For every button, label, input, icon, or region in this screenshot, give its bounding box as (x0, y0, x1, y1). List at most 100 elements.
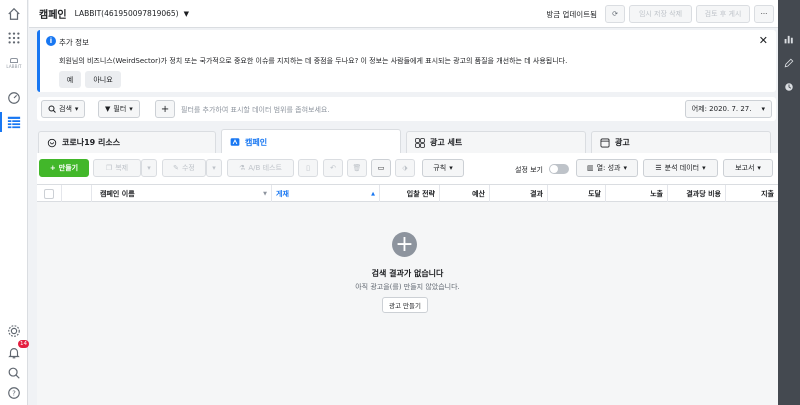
chevron-down-icon: ▾ (702, 164, 706, 172)
filter-label: 필터 (113, 105, 127, 113)
pencil-icon: ✎ (173, 164, 179, 172)
date-range-label: 어제: 2020. 7. 27. (691, 105, 752, 113)
refresh-icon: ⟳ (612, 10, 618, 18)
column-label: 결과 (530, 189, 543, 198)
view-settings-toggle[interactable] (549, 164, 569, 174)
trash-icon: 🗑 (352, 164, 362, 172)
ab-test-button[interactable]: ⚗ A/B 테스트 (227, 159, 294, 177)
search-button[interactable]: 검색 ▾ (41, 100, 86, 118)
tag-icon: ⬗ (402, 164, 408, 172)
chevron-down-icon: ▾ (74, 105, 79, 113)
account-logo[interactable]: LABBIT (3, 58, 25, 69)
ad-square-icon (600, 138, 610, 147)
apps-grid-icon[interactable] (6, 30, 22, 46)
column-header-bid-strategy[interactable]: 입찰 전략 (380, 185, 440, 202)
no-button[interactable]: 아니요 (85, 71, 121, 88)
chevron-down-icon: ▾ (623, 164, 628, 172)
info-banner: i 추가 정보 회원님의 비즈니스(WeirdSector)가 정치 또는 국가… (37, 30, 776, 92)
more-options-button[interactable]: ··· (754, 5, 774, 23)
breakdown-label: 분석 데이터 (664, 164, 700, 172)
ad-set-grid-icon (415, 137, 425, 148)
tab-label: 코로나19 리소스 (62, 138, 121, 147)
create-button[interactable]: + 만들기 (39, 159, 89, 177)
discard-drafts-button[interactable]: 임시 저장 삭제 (629, 5, 692, 23)
tag-button[interactable]: ⬗ (395, 159, 415, 177)
undo-button[interactable]: ↶ (323, 159, 343, 177)
column-header-results[interactable]: 결과 (490, 185, 548, 202)
pencil-icon[interactable] (784, 58, 794, 68)
column-label: 입찰 전략 (406, 189, 435, 198)
duplicate-dropdown-button[interactable]: ▾ (141, 159, 157, 177)
column-label: 예산 (472, 189, 485, 198)
column-label: 캠페인 이름 (100, 189, 135, 198)
top-bar: 캠페인 LABBIT(461950097819065) ▼ 방금 업데이트됨 ⟳… (29, 0, 778, 28)
column-header-amount-spent[interactable]: 지출 (726, 185, 778, 202)
add-filter-button[interactable]: + (155, 100, 175, 118)
column-label: 도달 (588, 189, 601, 198)
breakdown-icon: ☰ (655, 164, 662, 172)
search-icon[interactable] (6, 365, 22, 381)
ad-account-selector[interactable]: LABBIT(461950097819065) (75, 9, 179, 18)
close-icon[interactable]: ✕ (759, 34, 768, 47)
column-label: 게재 (276, 189, 289, 198)
dashboard-gauge-icon[interactable] (6, 90, 22, 106)
sort-ascending-icon: ▲ (371, 190, 375, 197)
view-settings-label: 설정 보기 (515, 166, 543, 174)
column-header-campaign-name[interactable]: 캠페인 이름 ▼ (92, 185, 272, 202)
tab-ads[interactable]: 광고 (591, 131, 771, 153)
chart-icon[interactable] (784, 34, 794, 44)
rules-button[interactable]: 규칙 ▾ (422, 159, 464, 177)
help-icon[interactable]: ? (6, 385, 22, 401)
settings-gear-icon[interactable] (6, 323, 22, 339)
column-label: 지출 (761, 189, 774, 198)
status-column-header (62, 185, 92, 202)
refresh-button[interactable]: ⟳ (605, 5, 625, 23)
tab-covid-resources[interactable]: 코로나19 리소스 (38, 131, 216, 153)
campaign-folder-icon (230, 138, 240, 146)
edit-dropdown-button[interactable]: ▾ (206, 159, 222, 177)
column-header-cost-per-result[interactable]: 결과당 비용 (668, 185, 726, 202)
delete-button[interactable]: 🗑 (347, 159, 367, 177)
campaigns-panel: + 만들기 ❐ 복제 ▾ ✎ 수정 ▾ ⚗ A/B 테스트 ▯ ↶ 🗑 ▭ ⬗ … (37, 153, 778, 405)
tab-label: 광고 (615, 138, 630, 147)
duplicate-icon: ❐ (105, 164, 113, 172)
banner-text: 회원님의 비즈니스(WeirdSector)가 정치 또는 국가적으로 중요한 … (59, 57, 568, 65)
tab-campaigns[interactable]: 캠페인 (221, 129, 401, 154)
document-icon: ▯ (306, 164, 310, 172)
column-header-budget[interactable]: 예산 (440, 185, 490, 202)
column-label: 노출 (650, 189, 663, 198)
edit-label: 수정 (181, 164, 195, 172)
chevron-down-icon[interactable]: ▼ (184, 10, 189, 18)
chevron-down-icon: ▾ (147, 164, 151, 172)
home-icon[interactable] (6, 6, 22, 22)
add-circle-icon: + (392, 232, 417, 257)
tab-ad-sets[interactable]: 광고 세트 (406, 131, 586, 153)
edit-button[interactable]: ✎ 수정 (162, 159, 206, 177)
breakdown-button[interactable]: ☰ 분석 데이터 ▾ (643, 159, 718, 177)
create-ad-button[interactable]: 광고 만들기 (382, 297, 428, 313)
preview-button[interactable]: ▭ (371, 159, 391, 177)
filter-button[interactable]: ▼ 필터 ▾ (98, 100, 140, 118)
columns-button[interactable]: ▥ 열: 성과 ▾ (576, 159, 638, 177)
ads-manager-table-icon[interactable] (0, 112, 22, 132)
plus-icon: + (49, 164, 56, 172)
filter-input[interactable]: 필터를 추가하여 표시할 데이터 범위를 좁혀보세요. (181, 105, 330, 115)
duplicate-button[interactable]: ❐ 복제 (93, 159, 141, 177)
column-header-delivery[interactable]: 게재 ▲ (272, 185, 380, 202)
review-and-publish-button[interactable]: 검토 후 게시 (696, 5, 750, 23)
yes-button[interactable]: 예 (59, 71, 81, 88)
flask-icon: ⚗ (239, 164, 246, 172)
columns-icon: ▥ (586, 164, 594, 172)
notifications-bell-icon[interactable]: 14 (6, 340, 29, 361)
reports-button[interactable]: 보고서 ▾ (723, 159, 773, 177)
history-clock-icon[interactable] (784, 82, 794, 92)
chevron-down-icon: ▾ (449, 164, 453, 172)
heart-shield-icon (47, 138, 57, 147)
column-header-impressions[interactable]: 노출 (606, 185, 668, 202)
date-range-picker[interactable]: 어제: 2020. 7. 27. ▾ (684, 100, 772, 118)
select-all-cell (37, 185, 62, 202)
select-all-checkbox[interactable] (44, 188, 54, 199)
column-header-reach[interactable]: 도달 (548, 185, 606, 202)
empty-state: + 검색 결과가 없습니다 아직 광고을(를) 만들지 않았습니다. 광고 만들… (37, 202, 778, 405)
delete-draft-button[interactable]: ▯ (298, 159, 318, 177)
